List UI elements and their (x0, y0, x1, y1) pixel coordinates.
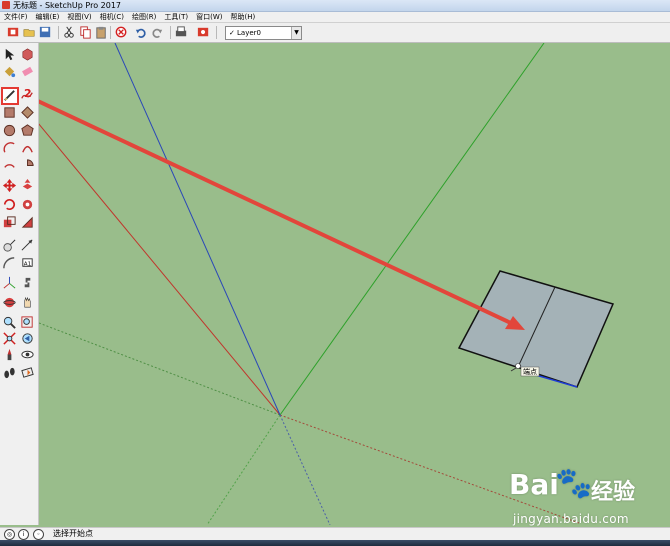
erase-icon[interactable] (114, 25, 129, 40)
watermark-jingyan: 经验 (591, 480, 636, 505)
menu-item-5[interactable]: 工具(T) (160, 12, 192, 22)
walk-icon[interactable] (2, 365, 18, 381)
position-camera-icon[interactable] (2, 347, 18, 363)
get-started-icon[interactable] (6, 25, 21, 40)
paint-bucket-icon[interactable] (2, 64, 18, 80)
modeling-viewport[interactable]: 端点 (39, 43, 670, 525)
status-hint: 选择开始点 (53, 529, 93, 538)
cut-icon[interactable] (62, 25, 77, 40)
zoom-icon[interactable] (2, 315, 18, 331)
open-icon[interactable] (22, 25, 37, 40)
pan-icon[interactable] (20, 295, 36, 311)
polygon-icon[interactable] (20, 123, 36, 139)
circle-icon[interactable] (2, 123, 18, 139)
user-icon[interactable]: ◦ (33, 529, 44, 540)
line-icon[interactable] (1, 87, 19, 105)
redo-icon[interactable] (150, 25, 165, 40)
status-bar: ◎ i ◦ 选择开始点 (0, 527, 670, 540)
svg-text:A1: A1 (24, 261, 32, 267)
orbit-icon[interactable] (2, 295, 18, 311)
tape-measure-icon[interactable] (2, 238, 18, 254)
offset-icon[interactable] (20, 215, 36, 231)
dimension-icon[interactable] (20, 238, 36, 254)
credits-icon[interactable]: i (18, 529, 29, 540)
watermark-brand: Bai (509, 468, 559, 501)
zoom-window-icon[interactable] (20, 315, 36, 331)
sketchup-logo-icon (2, 1, 10, 9)
select-icon[interactable] (2, 47, 18, 63)
model-info-icon[interactable] (196, 25, 211, 40)
menu-bar: 文件(F) 编辑(E) 视图(V) 相机(C) 绘图(R) 工具(T) 窗口(W) 帮助(H) (0, 12, 670, 23)
save-icon[interactable] (38, 25, 53, 40)
print-icon[interactable] (174, 25, 189, 40)
undo-icon[interactable] (134, 25, 149, 40)
toolbar-separator (110, 26, 111, 39)
watermark-url: jingyan.baidu.com (513, 512, 629, 526)
protractor-icon[interactable] (2, 256, 18, 272)
toolbar-separator (58, 26, 59, 39)
menu-item-4[interactable]: 绘图(R) (128, 12, 160, 22)
menu-item-2[interactable]: 视图(V) (63, 12, 95, 22)
3d-text-icon[interactable] (20, 275, 36, 291)
baidu-jingyan-watermark: Bai 🐾 经验 jingyan.baidu.com (505, 466, 665, 528)
chevron-down-icon[interactable]: ▼ (291, 27, 301, 39)
look-around-icon[interactable] (20, 347, 36, 363)
menu-item-0[interactable]: 文件(F) (0, 12, 32, 22)
rotate-icon[interactable] (2, 197, 18, 213)
toolbar-separator (170, 26, 171, 39)
geo-location-icon[interactable]: ◎ (4, 529, 15, 540)
layer-name: Layer0 (237, 29, 261, 37)
toolbar-separator (216, 26, 217, 39)
zoom-extents-icon[interactable] (2, 331, 18, 347)
eraser-icon[interactable] (20, 64, 36, 80)
inference-tooltip-text: 端点 (523, 367, 537, 376)
step-number-annotation: 2 (24, 87, 32, 100)
layer-dropdown[interactable]: ✓ Layer0 ▼ (225, 26, 302, 40)
make-component-icon[interactable] (20, 47, 36, 63)
paste-icon[interactable] (94, 25, 109, 40)
three-point-arc-icon[interactable] (2, 158, 18, 174)
menu-item-7[interactable]: 帮助(H) (226, 12, 259, 22)
two-point-arc-icon[interactable] (20, 141, 36, 157)
menu-item-6[interactable]: 窗口(W) (192, 12, 226, 22)
rectangle-icon[interactable] (2, 105, 18, 121)
rotated-rectangle-icon[interactable] (20, 105, 36, 121)
title-bar: 无标题 - SketchUp Pro 2017 (0, 0, 670, 12)
viewport-background (39, 43, 670, 525)
copy-icon[interactable] (78, 25, 93, 40)
menu-item-3[interactable]: 相机(C) (96, 12, 128, 22)
inference-tooltip: 端点 (520, 366, 540, 377)
push-pull-icon[interactable] (20, 178, 36, 194)
previous-view-icon[interactable] (20, 331, 36, 347)
scale-icon[interactable] (2, 215, 18, 231)
menu-item-1[interactable]: 编辑(E) (32, 12, 64, 22)
large-tool-set-toolbar: A1 2 (0, 43, 39, 525)
windows-taskbar (0, 540, 670, 546)
layer-visible-check: ✓ (229, 29, 235, 37)
follow-me-icon[interactable] (20, 197, 36, 213)
pie-icon[interactable] (20, 158, 36, 174)
text-icon[interactable]: A1 (20, 256, 36, 272)
arc-icon[interactable] (2, 141, 18, 157)
standard-toolbar: ✓ Layer0 ▼ (0, 23, 670, 43)
axes-icon[interactable] (2, 275, 18, 291)
section-plane-icon[interactable] (20, 365, 36, 381)
window-title: 无标题 - SketchUp Pro 2017 (13, 1, 121, 10)
move-icon[interactable] (2, 178, 18, 194)
baidu-paw-icon: 🐾 (555, 466, 593, 501)
